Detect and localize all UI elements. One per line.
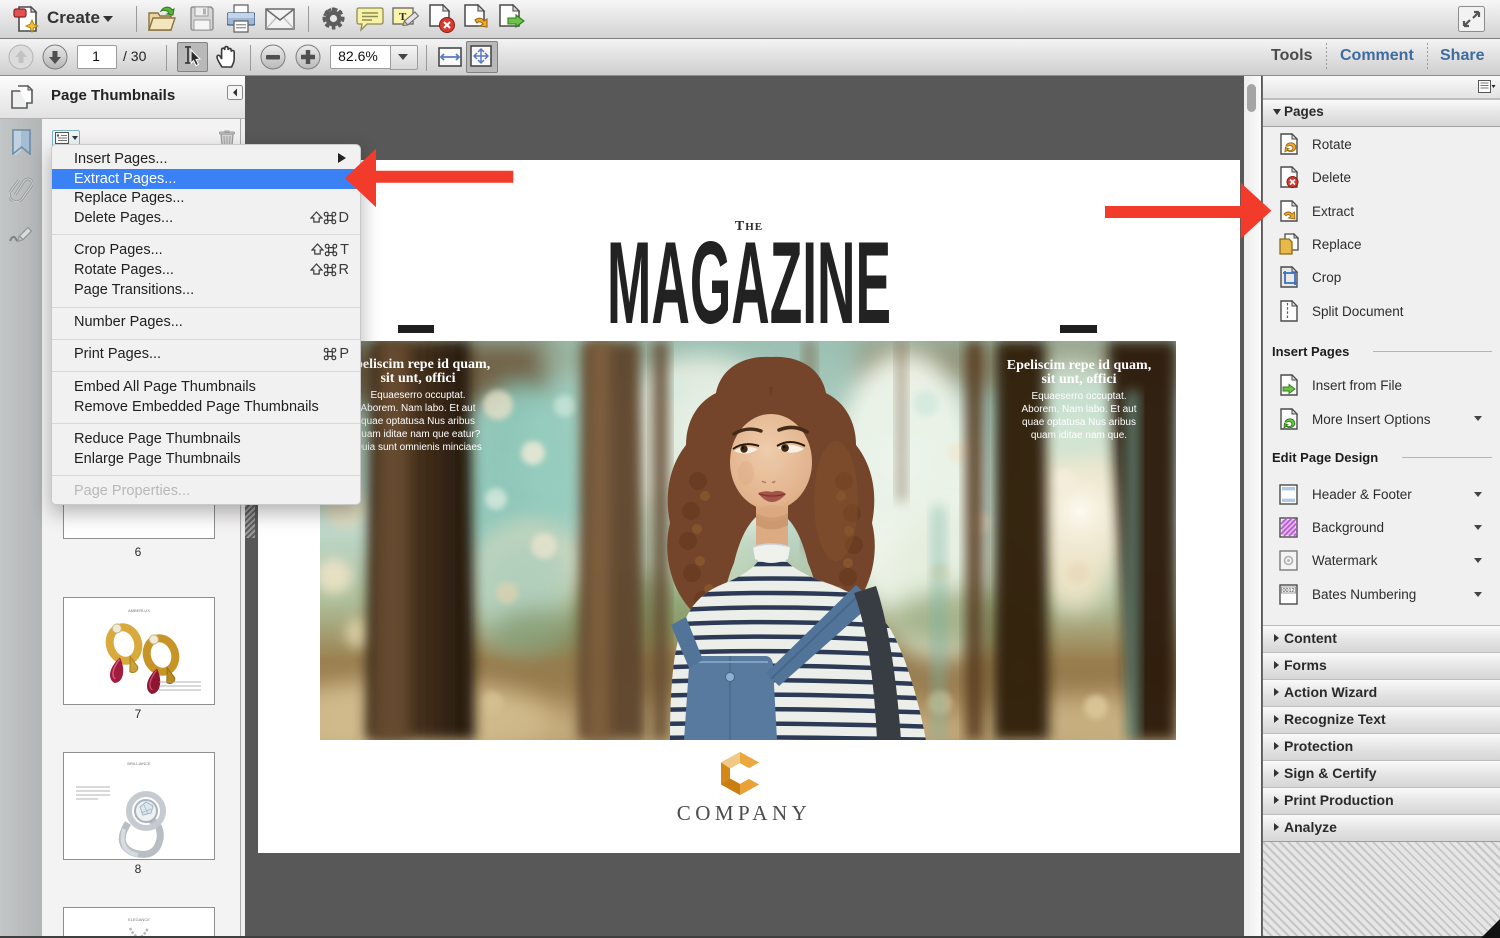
- svg-text:MAGAZINE: MAGAZINE: [607, 230, 891, 330]
- svg-text:sit unt, offici: sit unt, offici: [380, 371, 455, 386]
- svg-text:Equaeserro occuptat.: Equaeserro occuptat.: [1031, 391, 1126, 402]
- svg-text:0012: 0012: [1283, 588, 1295, 594]
- svg-text:Epeliscim repe id quam,: Epeliscim repe id quam,: [1007, 358, 1151, 373]
- svg-text:quam iditae nam que.: quam iditae nam que.: [1031, 430, 1127, 441]
- svg-text:ELEGANCE: ELEGANCE: [128, 917, 150, 922]
- svg-text:Quia sunt omnienis minciaes: Quia sunt omnienis minciaes: [354, 442, 482, 453]
- svg-text:AMBERLUX: AMBERLUX: [128, 608, 150, 613]
- svg-text:quae optatusa Nus aribus: quae optatusa Nus aribus: [361, 416, 475, 427]
- svg-text:BRILLIANCE: BRILLIANCE: [127, 761, 151, 766]
- svg-text:Equaeserro occuptat.: Equaeserro occuptat.: [370, 390, 465, 401]
- svg-text:quam iditae nam que eatur?: quam iditae nam que eatur?: [356, 429, 481, 440]
- svg-text:quae optatusa Nus aribus: quae optatusa Nus aribus: [1022, 417, 1136, 428]
- svg-text:Epeliscim repe id quam,: Epeliscim repe id quam,: [346, 357, 490, 372]
- svg-text:Aborem. Nam labo. Et aut: Aborem. Nam labo. Et aut: [360, 403, 475, 414]
- svg-text:sit unt, offici: sit unt, offici: [1041, 372, 1116, 387]
- svg-text:Aborem. Nam labo. Et aut: Aborem. Nam labo. Et aut: [1021, 404, 1136, 415]
